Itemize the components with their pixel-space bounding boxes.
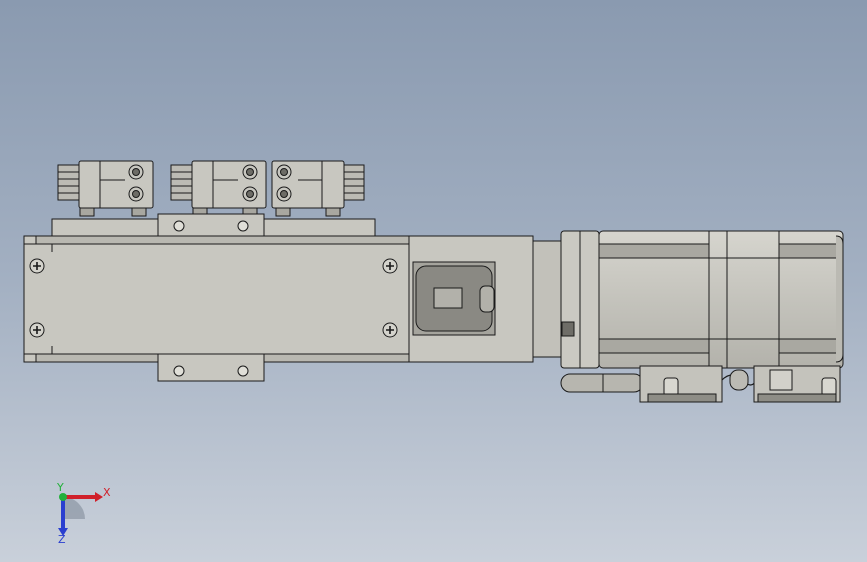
phillips-screw-icon — [29, 322, 45, 338]
motor-adapter[interactable] — [532, 230, 600, 369]
cad-viewport[interactable]: X Y Z — [0, 0, 867, 562]
phillips-screw-icon — [29, 258, 45, 274]
hole-icon — [173, 365, 185, 377]
y-axis-label: Y — [56, 481, 64, 494]
connector-port-icon — [561, 321, 575, 337]
phillips-screw-icon — [382, 322, 398, 338]
hole-icon — [237, 365, 249, 377]
phillips-screw-icon — [382, 258, 398, 274]
y-axis-dot — [59, 493, 67, 501]
coupling-housing[interactable] — [408, 235, 534, 363]
z-axis-label: Z — [58, 533, 66, 546]
servo-motor[interactable] — [598, 230, 844, 369]
actuator-body[interactable] — [23, 235, 410, 363]
hole-icon — [173, 220, 185, 232]
hole-icon — [237, 220, 249, 232]
x-axis-label: X — [103, 486, 111, 499]
slider-bottom-tab[interactable] — [157, 353, 265, 382]
